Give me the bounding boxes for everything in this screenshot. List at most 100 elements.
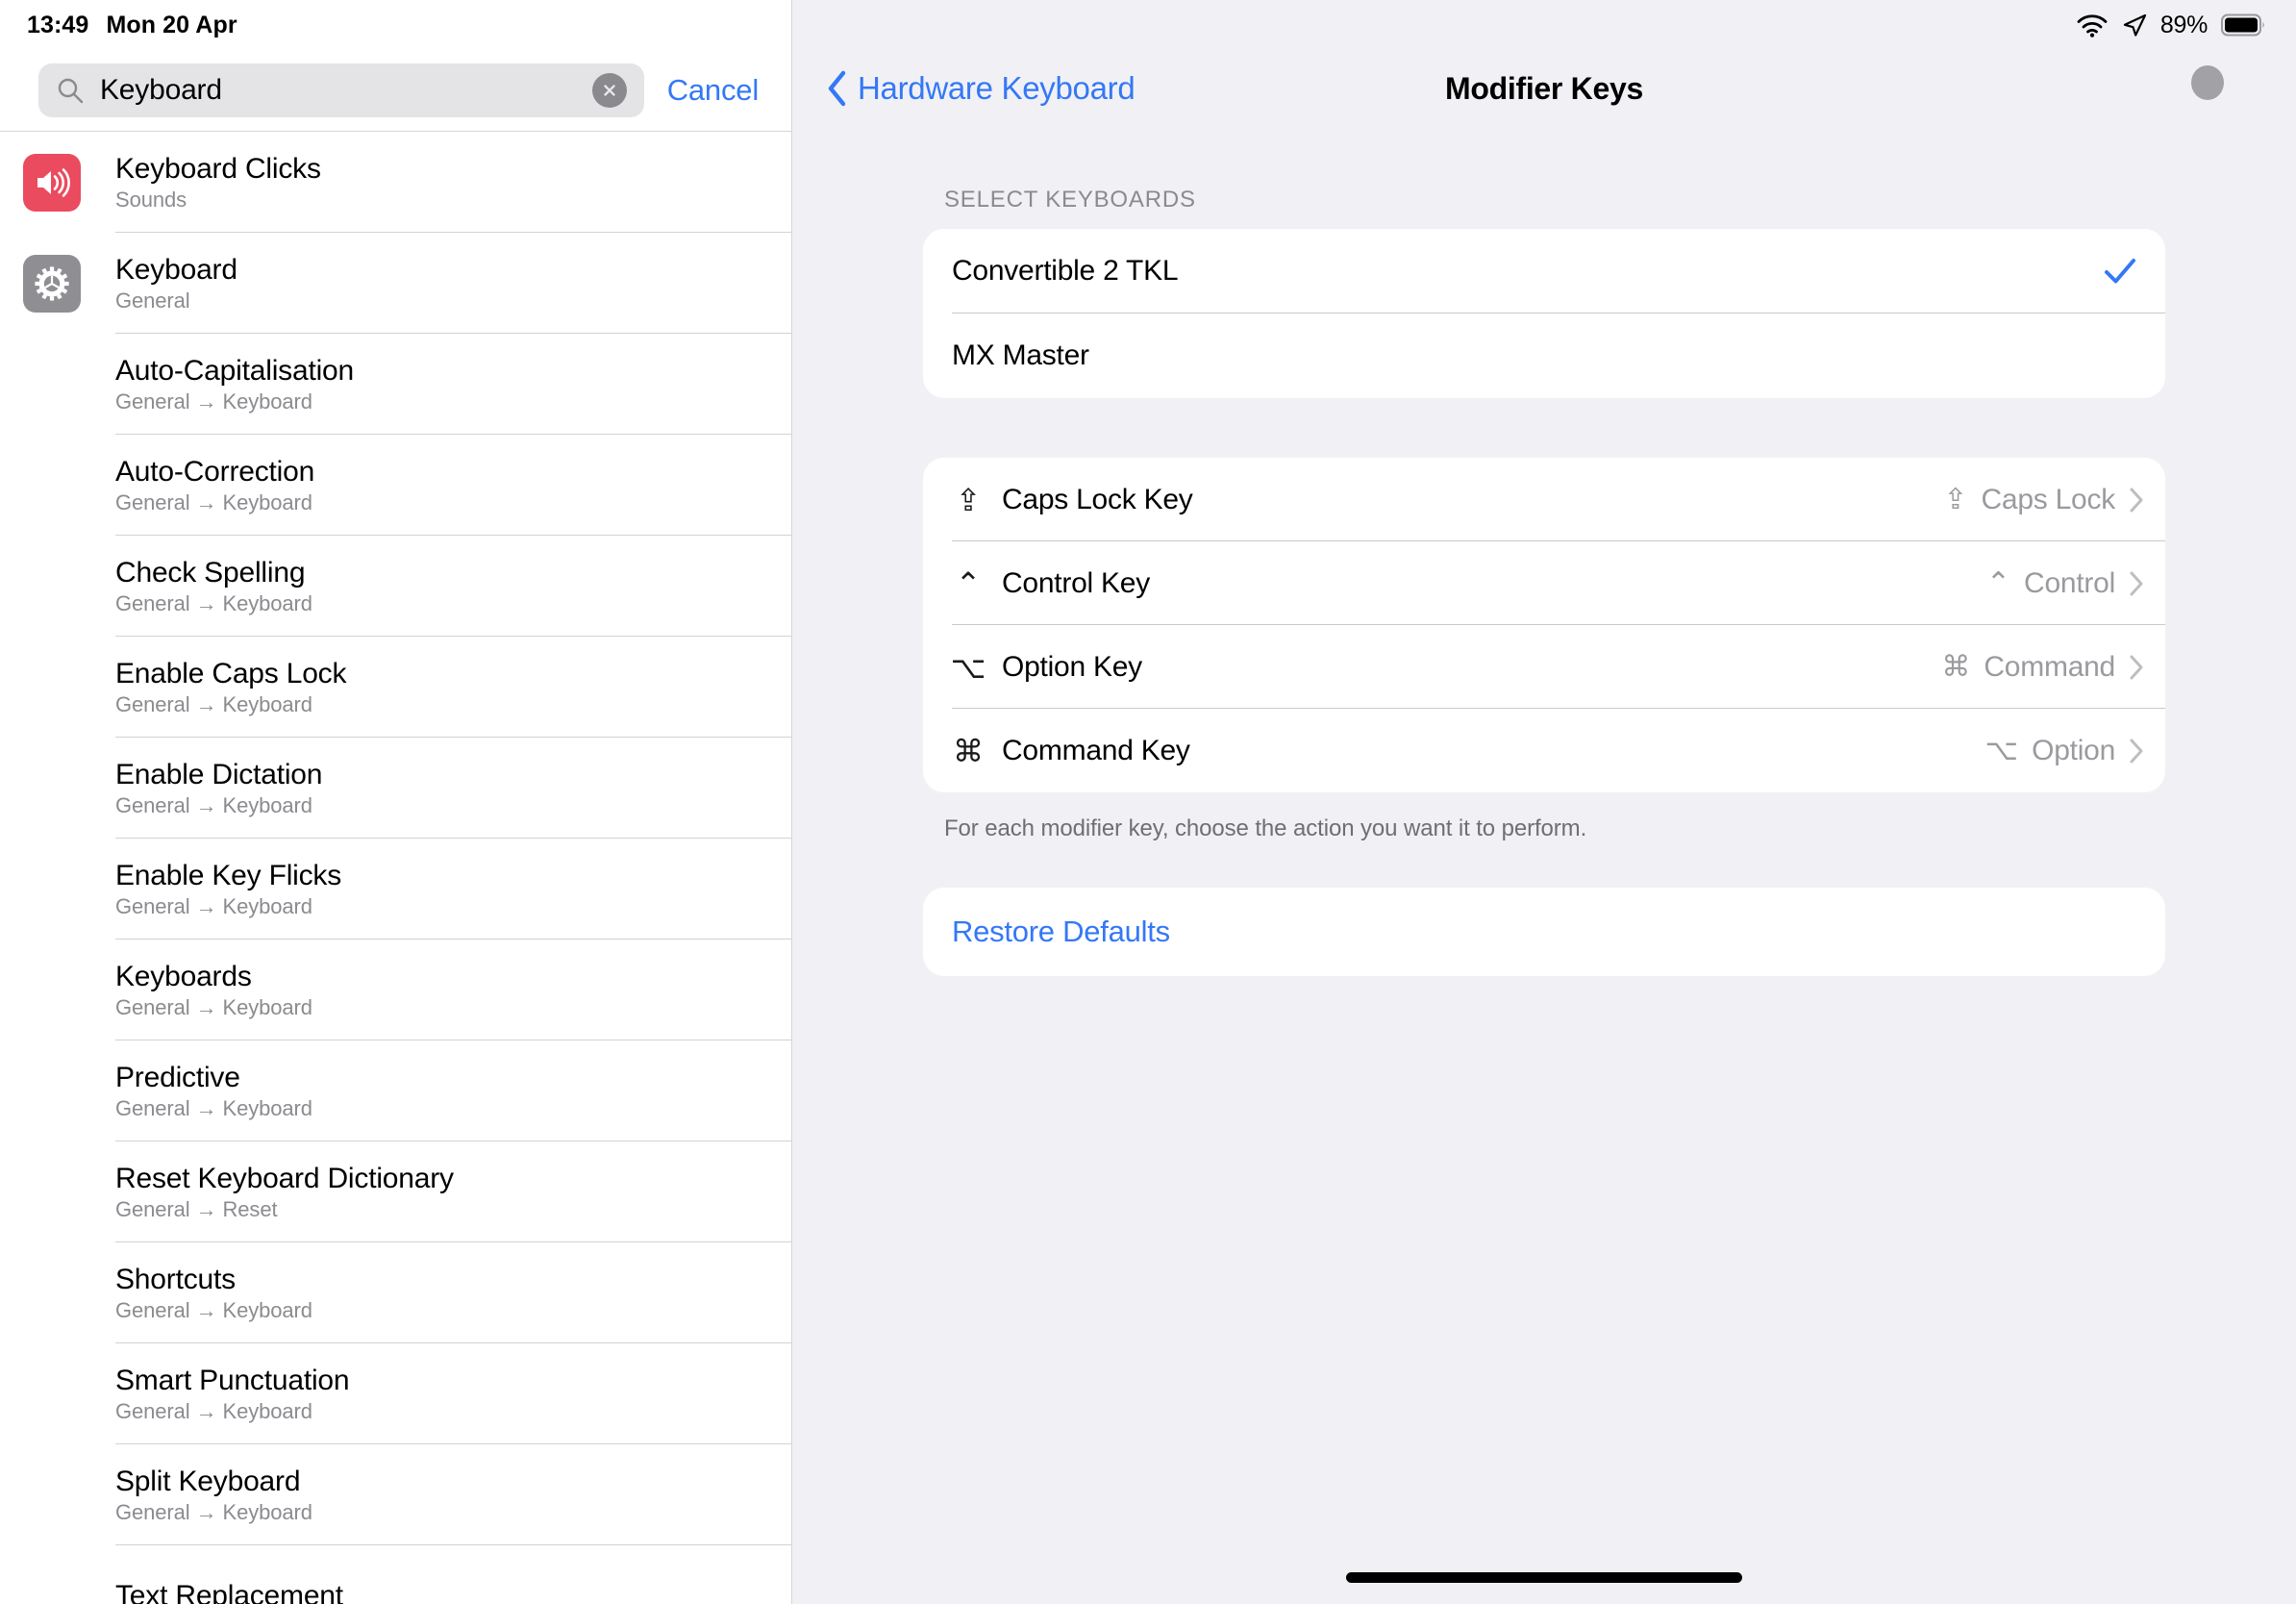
search-result-title: Reset Keyboard Dictionary — [115, 1162, 454, 1194]
battery-icon — [2221, 13, 2265, 37]
search-result-title: Predictive — [115, 1061, 240, 1093]
search-result-subtitle: General → Keyboard — [115, 1399, 312, 1424]
search-result-row[interactable]: Predictive General → Keyboard — [0, 1040, 791, 1141]
search-result-text: Keyboard Clicks Sounds — [115, 154, 321, 212]
search-result-subtitle: General → Keyboard — [115, 995, 312, 1020]
home-indicator — [792, 1572, 2296, 1583]
status-bar-right: 89% — [792, 0, 2296, 50]
location-arrow-icon — [2122, 13, 2147, 38]
search-result-subtitle: General → Keyboard — [115, 389, 312, 414]
clear-circle-icon[interactable] — [591, 73, 627, 108]
search-result-text: Predictive General → Keyboard — [115, 1063, 312, 1120]
search-result-row[interactable]: Keyboard General — [0, 233, 791, 334]
modifier-key-value-group: ⌘ Command — [1941, 650, 2144, 684]
search-result-title: Keyboard — [115, 253, 237, 286]
search-result-row[interactable]: Auto-Capitalisation General → Keyboard — [0, 334, 791, 435]
search-result-text: Text Replacement — [115, 1581, 343, 1604]
search-result-row[interactable]: Shortcuts General → Keyboard — [0, 1242, 791, 1343]
search-result-subtitle: General → Keyboard — [115, 1096, 312, 1121]
modifier-value-glyph-icon: ⇪ — [1943, 483, 1968, 516]
navigation-bar: Hardware Keyboard Modifier Keys — [792, 50, 2296, 127]
restore-defaults-button[interactable]: Restore Defaults — [923, 888, 2165, 976]
modifier-keys-footnote: For each modifier key, choose the action… — [944, 815, 1587, 841]
home-indicator-bar — [1346, 1572, 1742, 1583]
back-button[interactable]: Hardware Keyboard — [827, 70, 1136, 107]
search-result-subtitle: General → Keyboard — [115, 1500, 312, 1525]
search-result-text: Enable Key Flicks General → Keyboard — [115, 861, 341, 918]
search-result-row[interactable]: Enable Caps Lock General → Keyboard — [0, 637, 791, 738]
checkmark-icon — [2104, 255, 2136, 288]
search-result-row[interactable]: Smart Punctuation General → Keyboard — [0, 1343, 791, 1444]
modifier-value-glyph-icon: ⌃ — [1985, 566, 2011, 600]
search-result-title: Keyboards — [115, 960, 252, 992]
search-result-row[interactable]: Keyboard Clicks Sounds — [0, 132, 791, 233]
search-result-row[interactable]: Enable Dictation General → Keyboard — [0, 738, 791, 839]
keyboard-option-row[interactable]: MX Master — [923, 313, 2165, 398]
modifier-key-label: Caps Lock Key — [1002, 483, 1193, 515]
search-result-subtitle: General → Keyboard — [115, 894, 312, 919]
select-keyboards-card: Convertible 2 TKL MX Master — [923, 229, 2165, 398]
search-result-text: Auto-Capitalisation General → Keyboard — [115, 356, 354, 414]
search-result-title: Auto-Capitalisation — [115, 354, 355, 387]
cancel-button[interactable]: Cancel — [667, 73, 762, 108]
chevron-right-icon — [2129, 570, 2144, 597]
modifier-keys-card: ⇪ Caps Lock Key ⇪ Caps Lock ⌃ Control Key ⌃ Con… — [923, 458, 2165, 792]
search-result-text: Enable Caps Lock General → Keyboard — [115, 659, 346, 716]
chevron-left-icon — [827, 70, 848, 107]
wifi-icon — [2076, 13, 2109, 38]
chevron-right-icon — [2129, 654, 2144, 681]
search-result-text: Auto-Correction General → Keyboard — [115, 457, 314, 514]
restore-defaults-card: Restore Defaults — [923, 888, 2165, 977]
modifier-key-label: Control Key — [1002, 566, 1150, 599]
modifier-key-value-group: ⇪ Caps Lock — [1943, 483, 2144, 516]
search-result-title: Smart Punctuation — [115, 1364, 350, 1396]
search-result-row[interactable]: Auto-Correction General → Keyboard — [0, 435, 791, 536]
search-result-text: Shortcuts General → Keyboard — [115, 1265, 312, 1322]
search-result-text: Check Spelling General → Keyboard — [115, 558, 312, 615]
search-results-list[interactable]: Keyboard Clicks Sounds Keyboard General Auto… — [0, 131, 791, 1604]
restore-defaults-label: Restore Defaults — [952, 915, 1170, 949]
search-input-value: Keyboard — [100, 74, 222, 106]
status-date: Mon 20 Apr — [106, 11, 237, 38]
search-result-title: Enable Dictation — [115, 758, 323, 790]
search-icon — [56, 76, 85, 105]
modifier-key-glyph-icon: ⌃ — [955, 564, 982, 602]
search-result-title: Check Spelling — [115, 556, 306, 589]
search-result-subtitle: General → Keyboard — [115, 793, 312, 818]
search-result-title: Keyboard Clicks — [115, 152, 321, 185]
modifier-value-glyph-icon: ⌘ — [1941, 650, 1971, 684]
modifier-key-glyph-icon: ⇪ — [955, 481, 982, 518]
modifier-key-glyph-icon: ⌥ — [950, 648, 986, 686]
modifier-key-label: Option Key — [1002, 650, 1142, 683]
search-result-title: Shortcuts — [115, 1263, 236, 1295]
search-result-row[interactable]: Enable Key Flicks General → Keyboard — [0, 839, 791, 940]
modifier-key-value: Command — [1984, 650, 2115, 683]
search-result-row[interactable]: Split Keyboard General → Keyboard — [0, 1444, 791, 1545]
search-result-title: Enable Key Flicks — [115, 859, 342, 891]
modifier-key-row[interactable]: ⌥ Option Key ⌘ Command — [923, 625, 2165, 709]
general-gear-icon — [23, 254, 81, 313]
keyboard-option-row[interactable]: Convertible 2 TKL — [923, 229, 2165, 313]
search-result-row[interactable]: Reset Keyboard Dictionary General → Reset — [0, 1141, 791, 1242]
modifier-key-row[interactable]: ⌃ Control Key ⌃ Control — [923, 541, 2165, 625]
modifier-key-row[interactable]: ⌘ Command Key ⌥ Option — [923, 709, 2165, 792]
modifier-key-label: Command Key — [1002, 734, 1190, 766]
back-button-label: Hardware Keyboard — [858, 70, 1136, 106]
search-result-text: Split Keyboard General → Keyboard — [115, 1466, 312, 1524]
modifier-key-glyph-icon: ⌘ — [953, 732, 984, 769]
modifier-key-value: Caps Lock — [1981, 483, 2116, 515]
search-result-row[interactable]: Text Replacement — [0, 1545, 791, 1604]
search-result-row[interactable]: Check Spelling General → Keyboard — [0, 536, 791, 637]
search-row: Keyboard Cancel — [0, 50, 791, 131]
search-input[interactable]: Keyboard — [38, 63, 644, 117]
modifier-key-row[interactable]: ⇪ Caps Lock Key ⇪ Caps Lock — [923, 458, 2165, 541]
search-result-text: Reset Keyboard Dictionary General → Reset — [115, 1164, 454, 1221]
search-result-text: Keyboard General — [115, 255, 237, 313]
search-result-subtitle: Sounds — [115, 188, 187, 213]
modifier-key-value-group: ⌃ Control — [1986, 566, 2144, 600]
sounds-speaker-icon — [23, 153, 81, 212]
keyboard-option-label: MX Master — [952, 339, 1089, 371]
search-result-row[interactable]: Keyboards General → Keyboard — [0, 940, 791, 1040]
status-bar-left: 13:49 Mon 20 Apr — [0, 0, 791, 50]
search-result-subtitle: General → Reset — [115, 1197, 278, 1222]
